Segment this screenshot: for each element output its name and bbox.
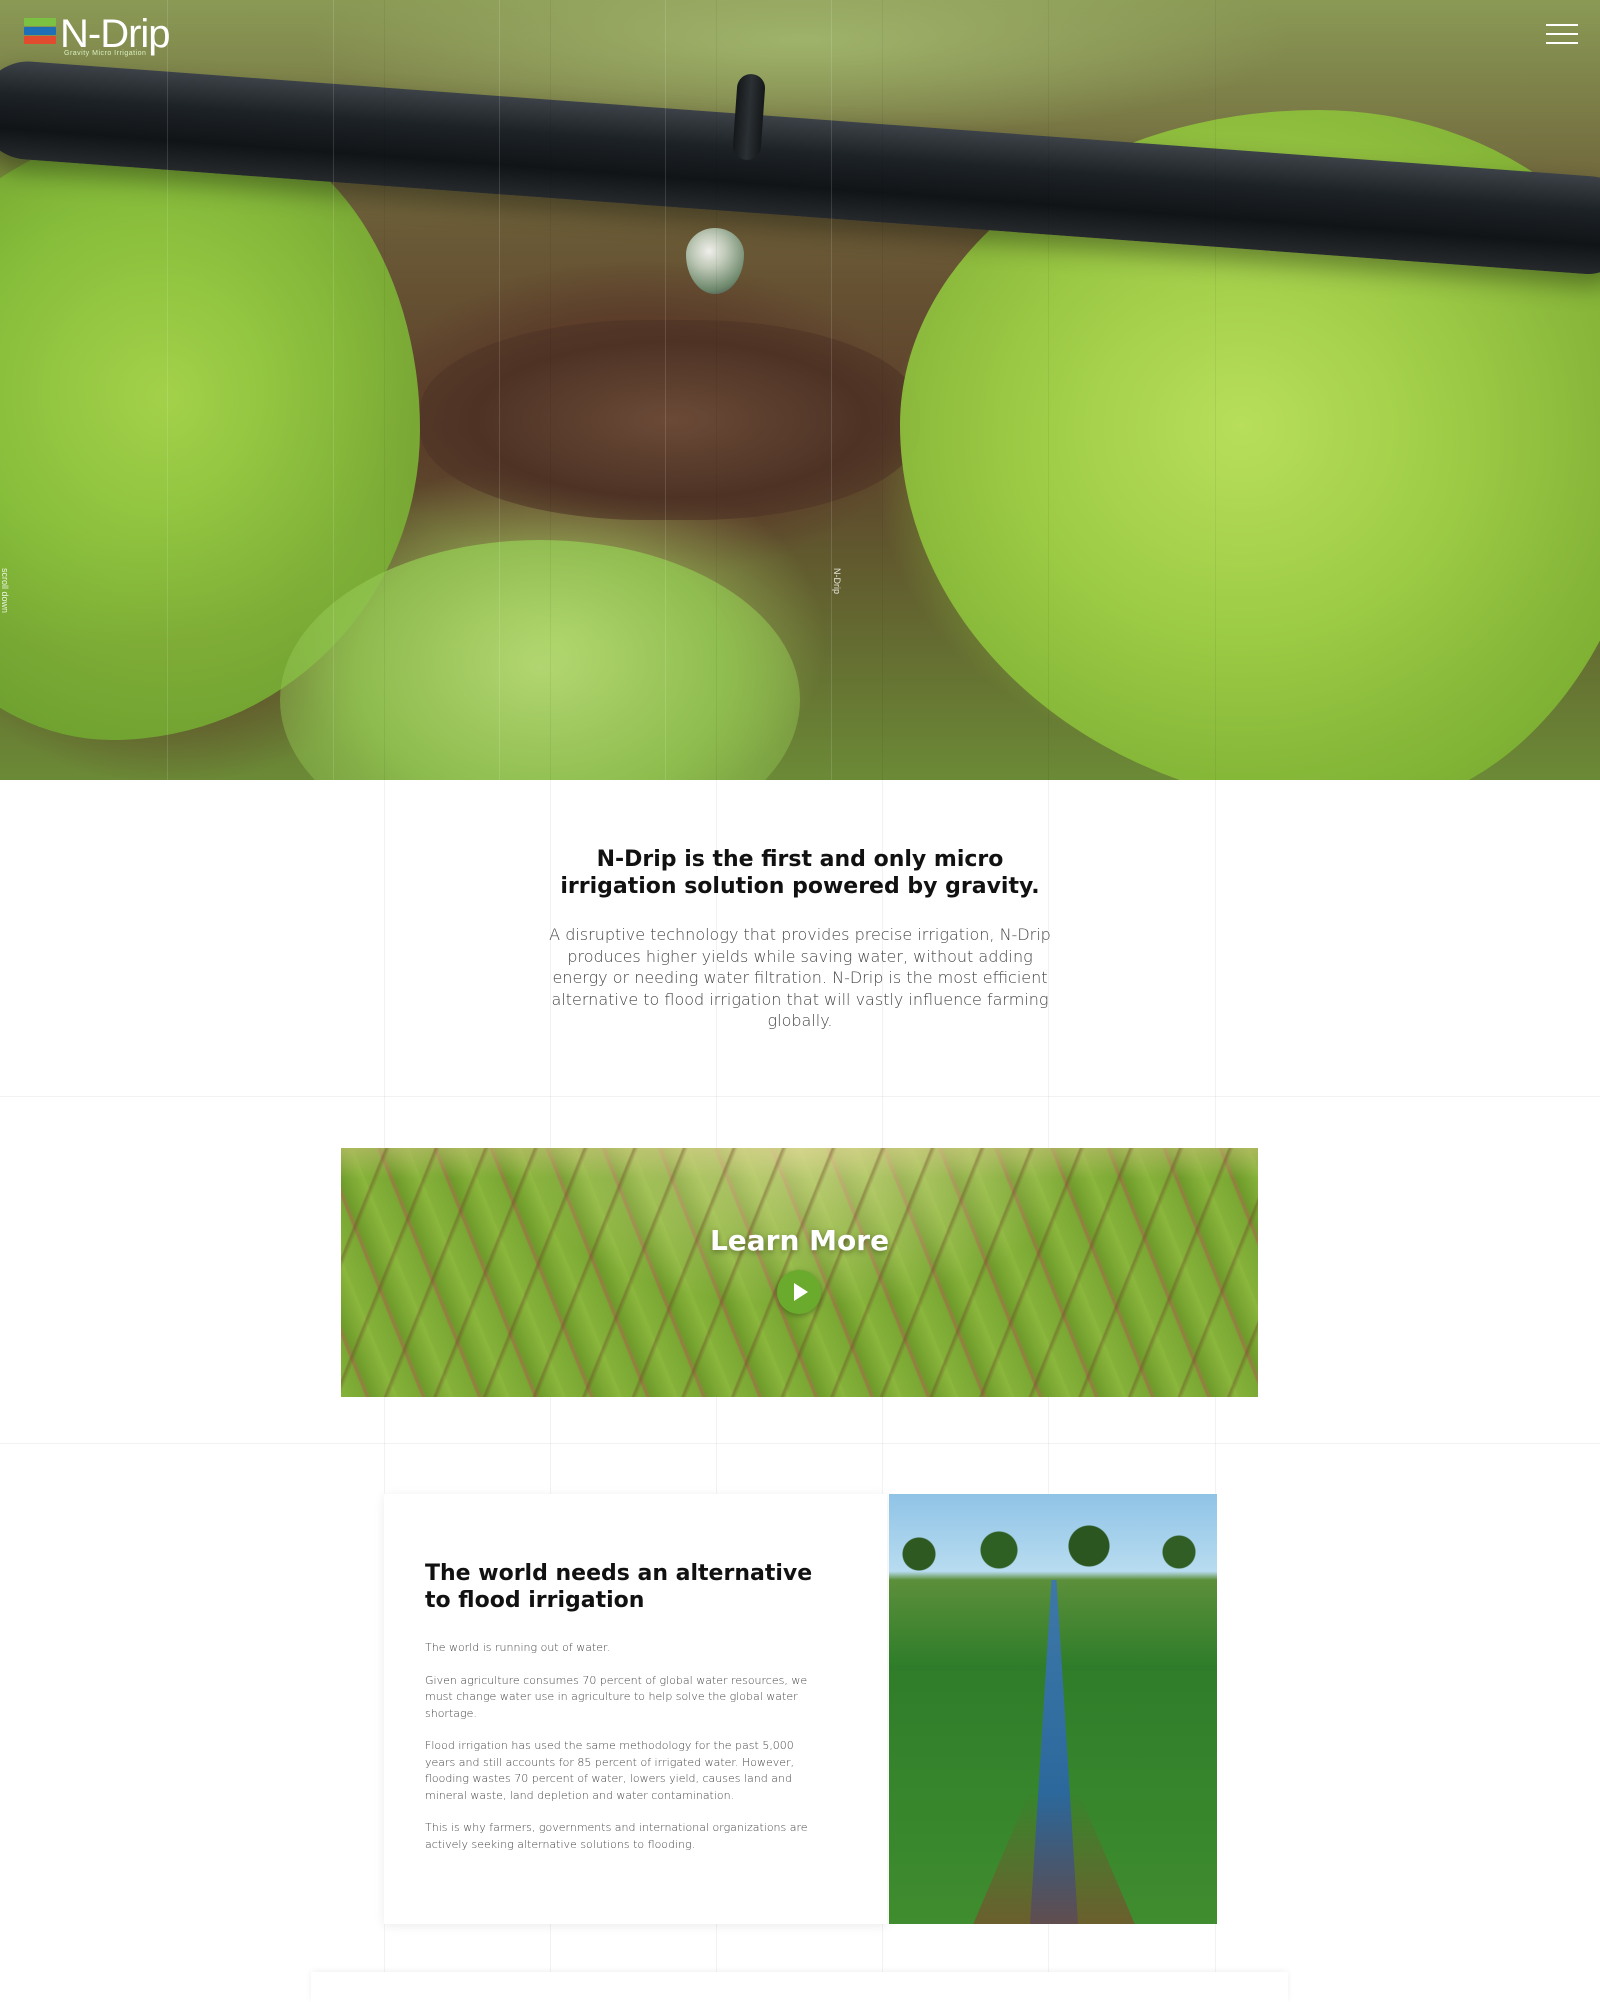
section-divider [0, 1096, 1600, 1097]
scroll-down-label[interactable]: scroll down [0, 568, 10, 613]
canal-trees [889, 1524, 1217, 1574]
intro-section: N-Drip is the first and only micro irrig… [0, 780, 1600, 1096]
alternative-paragraph: Given agriculture consumes 70 percent of… [425, 1673, 808, 1720]
alternative-body: The world is running out of water. Given… [425, 1640, 825, 1869]
alternative-title: The world needs an alternative to flood … [425, 1561, 813, 1613]
hero-section [0, 0, 1600, 780]
learn-more-video-banner[interactable]: Learn More [341, 1148, 1258, 1397]
section-divider [0, 1443, 1600, 1444]
play-icon[interactable] [777, 1270, 821, 1314]
hero-water-drop [686, 228, 744, 294]
logo-text: N-Drip [60, 12, 171, 56]
alternative-card: The world needs an alternative to flood … [384, 1494, 887, 1924]
learn-more-label: Learn More [709, 1224, 890, 1257]
logo-tagline: Gravity Micro Irrigation [64, 50, 147, 57]
hamburger-icon[interactable] [1546, 22, 1578, 46]
alternative-paragraph: The world is running out of water. [425, 1641, 611, 1654]
logo-mark-icon [24, 18, 56, 44]
alternative-paragraph: This is why farmers, governments and int… [425, 1821, 808, 1851]
logo[interactable]: N-Drip Gravity Micro Irrigation [24, 12, 171, 57]
alternative-paragraph: Flood irrigation has used the same metho… [425, 1739, 795, 1802]
flood-irrigation-canal-image [889, 1494, 1217, 1924]
hero-side-label: N-Drip [832, 568, 842, 594]
hero-soil [420, 320, 920, 520]
intro-title: N-Drip is the first and only micro irrig… [560, 847, 1040, 899]
intro-text: A disruptive technology that provides pr… [549, 925, 1051, 1030]
